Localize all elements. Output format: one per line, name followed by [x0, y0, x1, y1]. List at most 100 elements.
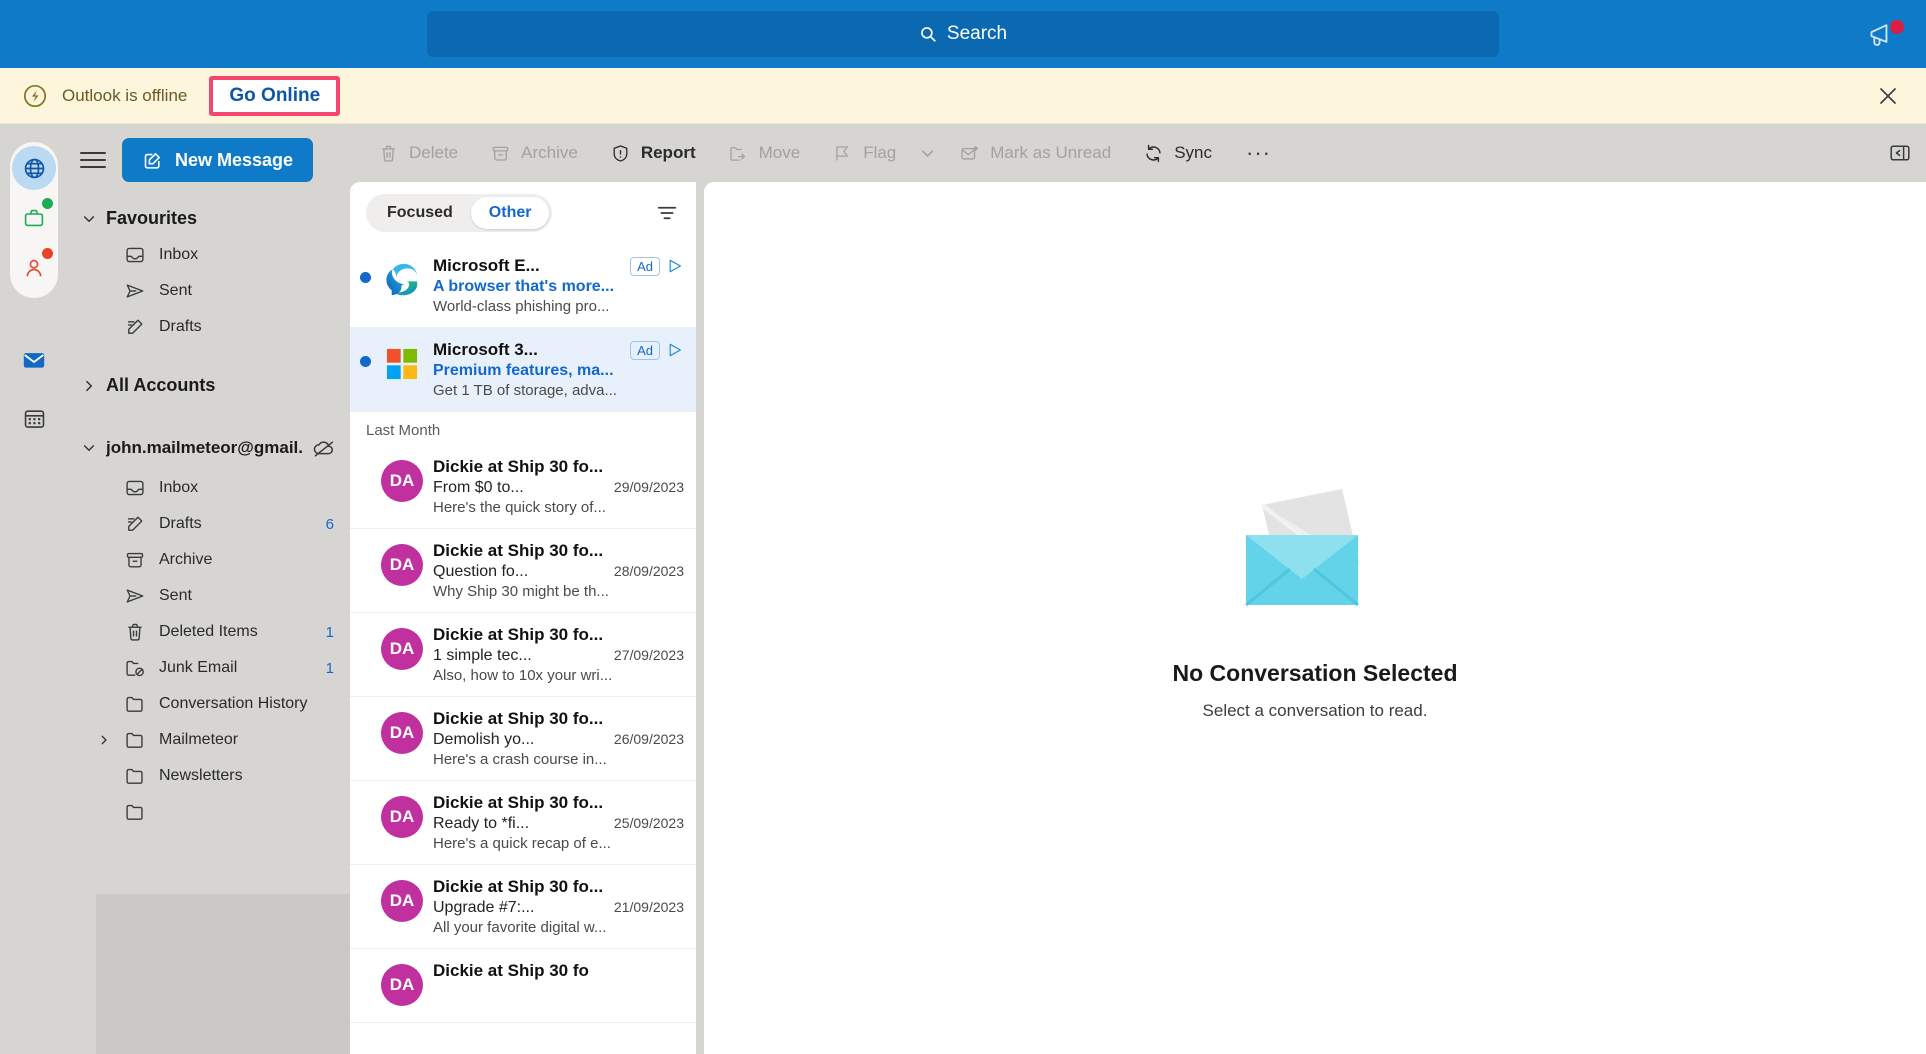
reading-pane-icon[interactable]	[1888, 141, 1912, 165]
junk-icon	[126, 660, 144, 677]
report-button[interactable]: Report	[596, 135, 710, 172]
message-preview: Here's a crash course in...	[433, 751, 607, 768]
play-icon[interactable]	[666, 257, 684, 275]
avatar: DA	[381, 796, 423, 838]
table-row[interactable]: Microsoft E... Ad A browser that's more.…	[350, 244, 696, 328]
offline-status-text: Outlook is offline	[62, 85, 188, 105]
command-toolbar: Delete Archive Report Move Flag Mark as …	[350, 124, 1926, 182]
hamburger-icon[interactable]	[78, 145, 108, 175]
sidebar-item-label: Inbox	[159, 479, 199, 496]
sidebar-item-label: Deleted Items	[159, 623, 258, 640]
chevron-down-icon	[83, 445, 95, 452]
empty-state: No Conversation Selected Select a conver…	[1172, 459, 1458, 721]
sidebar-item-inbox[interactable]: Inbox	[68, 470, 350, 506]
close-icon[interactable]	[1876, 84, 1900, 108]
flag-dropdown-button[interactable]	[914, 138, 941, 169]
table-row[interactable]: DA Dickie at Ship 30 fo... 1 simple tec.…	[350, 613, 696, 697]
rail-item-calendar[interactable]	[12, 396, 56, 440]
inbox-icon	[126, 247, 144, 263]
message-subject: From $0 to...	[433, 479, 524, 496]
folder-icon	[126, 732, 143, 748]
mark-as-unread-button[interactable]: Mark as Unread	[945, 135, 1125, 172]
sync-button[interactable]: Sync	[1129, 135, 1226, 172]
folder-count: 1	[325, 659, 334, 677]
move-button[interactable]: Move	[714, 135, 815, 172]
favourites-group-header[interactable]: Favourites	[68, 200, 350, 237]
sidebar-item-junk-email[interactable]: Junk Email 1	[68, 650, 350, 686]
tab-other[interactable]: Other	[470, 197, 550, 229]
unread-indicator	[360, 893, 371, 904]
message-sender: Dickie at Ship 30 fo	[433, 961, 589, 980]
archive-icon	[126, 552, 144, 568]
message-rows: Microsoft E... Ad A browser that's more.…	[350, 244, 696, 1054]
rail-item-globe[interactable]	[12, 146, 56, 190]
announcements-button[interactable]	[1866, 20, 1908, 54]
sidebar-item-deleted-items[interactable]: Deleted Items 1	[68, 614, 350, 650]
report-shield-icon	[613, 144, 628, 162]
filter-icon[interactable]	[654, 200, 680, 226]
chevron-right-icon[interactable]	[98, 734, 110, 746]
sidebar-item-label: Junk Email	[159, 659, 238, 676]
move-folder-icon	[729, 146, 745, 161]
message-preview: Here's the quick story of...	[433, 499, 606, 516]
avatar: DA	[381, 460, 423, 502]
sidebar-item-mailmeteor[interactable]: Mailmeteor	[68, 722, 350, 758]
table-row[interactable]: DA Dickie at Ship 30 fo... Demolish yo..…	[350, 697, 696, 781]
chevron-down-icon	[83, 215, 95, 222]
cloud-offline-icon	[313, 441, 334, 457]
archive-button[interactable]: Archive	[476, 135, 592, 172]
message-sender: Dickie at Ship 30 fo...	[433, 541, 604, 560]
table-row[interactable]: DA Dickie at Ship 30 fo	[350, 949, 696, 1023]
message-subject: 1 simple tec...	[433, 647, 532, 664]
drafts-icon	[128, 516, 143, 531]
sidebar-item-fav-inbox[interactable]: Inbox	[68, 237, 350, 273]
search-input[interactable]: Search	[427, 11, 1499, 57]
message-subject-line: A browser that's more...	[433, 278, 684, 296]
table-row[interactable]: DA Dickie at Ship 30 fo... Upgrade #7:..…	[350, 865, 696, 949]
delete-button[interactable]: Delete	[364, 135, 472, 172]
go-online-button[interactable]: Go Online	[229, 85, 320, 106]
rail-item-personal[interactable]	[12, 246, 56, 290]
mail-panes: Focused Other Microsoft E... Ad A browse…	[350, 182, 1926, 1054]
avatar: DA	[381, 628, 423, 670]
sidebar-item-conversation-history[interactable]: Conversation History	[68, 686, 350, 722]
microsoft-logo-icon	[381, 343, 423, 385]
more-options-icon[interactable]: ···	[1234, 138, 1283, 168]
tab-focused[interactable]: Focused	[369, 197, 471, 229]
reading-pane: No Conversation Selected Select a conver…	[704, 182, 1926, 1054]
rail-item-work[interactable]	[12, 196, 56, 240]
all-accounts-label: All Accounts	[106, 375, 216, 395]
toolbar-label: Move	[758, 143, 801, 162]
rail-item-mail[interactable]	[12, 338, 56, 382]
chevron-down-icon	[922, 149, 934, 157]
message-sender: Microsoft 3...	[433, 340, 538, 359]
sidebar-item-partial[interactable]	[68, 794, 350, 830]
sidebar-item-fav-drafts[interactable]: Drafts	[68, 309, 350, 345]
sidebar-item-archive[interactable]: Archive	[68, 542, 350, 578]
sidebar-item-drafts[interactable]: Drafts 6	[68, 506, 350, 542]
compose-icon	[144, 152, 161, 169]
message-preview: Also, how to 10x your wri...	[433, 667, 613, 684]
table-row[interactable]: DA Dickie at Ship 30 fo... From $0 to...…	[350, 445, 696, 529]
folder-icon	[126, 696, 143, 712]
sent-icon	[126, 284, 144, 298]
table-row[interactable]: DA Dickie at Ship 30 fo... Question fo..…	[350, 529, 696, 613]
message-subject: A browser that's more...	[433, 278, 615, 295]
avatar: DA	[381, 880, 423, 922]
message-date: 27/09/2023	[613, 647, 684, 663]
sidebar-item-label: Newsletters	[159, 767, 243, 784]
all-accounts-group-header[interactable]: All Accounts	[68, 367, 350, 404]
app-rail	[0, 124, 68, 1054]
sidebar-item-sent[interactable]: Sent	[68, 578, 350, 614]
table-row[interactable]: Microsoft 3... Ad Premium features, ma..…	[350, 328, 696, 412]
table-row[interactable]: DA Dickie at Ship 30 fo... Ready to *fi.…	[350, 781, 696, 865]
outlook-window: Search Outlook is offline Go Online New …	[0, 0, 1926, 1054]
message-sender: Dickie at Ship 30 fo...	[433, 877, 604, 896]
flag-button[interactable]: Flag	[818, 135, 910, 172]
account-header[interactable]: john.mailmeteor@gmail...	[68, 426, 350, 470]
sidebar-item-fav-sent[interactable]: Sent	[68, 273, 350, 309]
play-icon[interactable]	[666, 341, 684, 359]
unread-indicator	[360, 356, 371, 367]
sidebar-item-newsletters[interactable]: Newsletters	[68, 758, 350, 794]
new-message-button[interactable]: New Message	[122, 138, 314, 182]
